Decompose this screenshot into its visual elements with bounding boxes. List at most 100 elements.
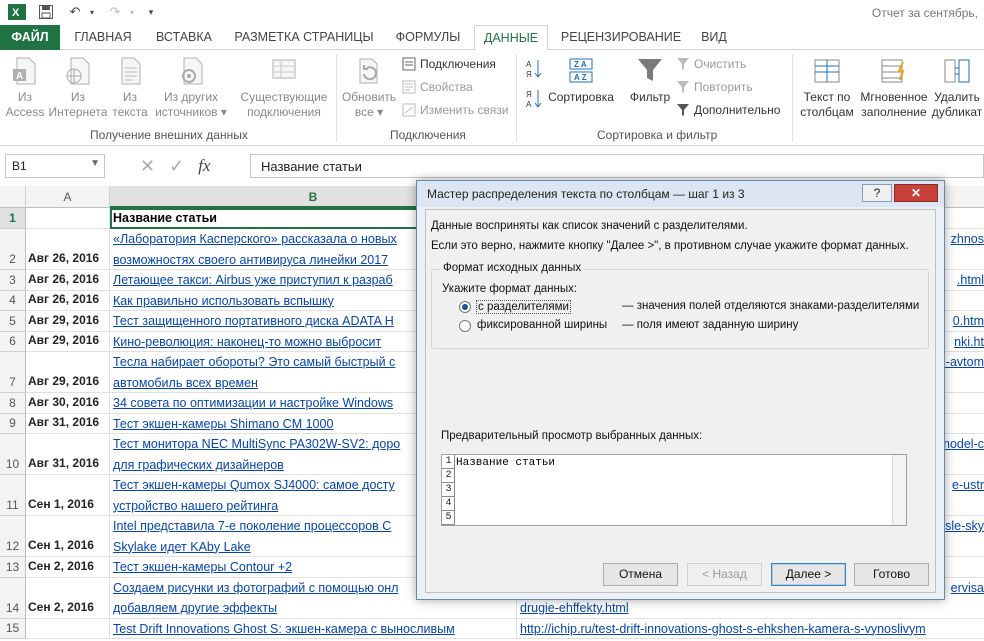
from-other-sources-button[interactable]: Из других источников ▾ <box>152 56 230 120</box>
remove-duplicates-button[interactable]: Удалить дубликат <box>930 56 984 120</box>
close-button[interactable]: ✕ <box>894 184 938 202</box>
row-header[interactable]: 10 <box>0 434 26 475</box>
date-cell[interactable]: Авг 31, 2016 <box>26 434 110 475</box>
column-header-a[interactable]: A <box>26 186 110 208</box>
cell-url-line: drugie-ehffekty.html <box>520 601 629 615</box>
row-header[interactable]: 6 <box>0 331 26 352</box>
confirm-entry-icon[interactable]: ✓ <box>169 156 184 177</box>
tab-formulas[interactable]: ФОРМУЛЫ <box>386 25 470 50</box>
advanced-filter-button[interactable]: Дополнительно <box>676 103 780 117</box>
title-bar: X ↶ ▾ ↷ ▾ ▾ Отчет за сентябрь, <box>0 0 984 25</box>
from-web-button[interactable]: Из Интернета <box>48 56 108 120</box>
existing-connections-button[interactable]: Существующие подключения <box>234 56 334 120</box>
tab-data[interactable]: ДАННЫЕ <box>474 25 548 51</box>
date-cell[interactable]: Сен 1, 2016 <box>26 475 110 516</box>
date-cell[interactable] <box>26 208 110 229</box>
date-cell[interactable] <box>26 618 110 639</box>
sort-az-icon: AЯ <box>526 60 542 79</box>
url-link-cell[interactable]: http://ichip.ru/test-drift-innovations-g… <box>517 619 984 639</box>
from-text-button[interactable]: Из текста <box>110 56 150 120</box>
tab-insert[interactable]: ВСТАВКА <box>146 25 222 50</box>
advanced-filter-icon <box>677 104 689 116</box>
sort-button[interactable]: Z A A Z Сортировка <box>547 56 615 105</box>
select-all-corner[interactable] <box>0 186 26 208</box>
text-to-columns-button[interactable]: Текст по столбцам <box>798 56 856 120</box>
customize-toolbar-icon[interactable]: ▾ <box>144 3 158 21</box>
delimited-radio[interactable] <box>459 301 471 313</box>
tab-file[interactable]: ФАЙЛ <box>0 25 60 50</box>
date-cell[interactable]: Авг 31, 2016 <box>26 413 110 434</box>
existing-connections-icon <box>272 59 296 79</box>
date-cell[interactable]: Авг 26, 2016 <box>26 229 110 270</box>
save-icon[interactable] <box>36 3 56 21</box>
date-cell[interactable]: Авг 26, 2016 <box>26 290 110 311</box>
back-button[interactable]: < Назад <box>687 563 762 586</box>
row-header[interactable]: 5 <box>0 311 26 332</box>
row-header[interactable]: 8 <box>0 393 26 414</box>
help-button[interactable]: ? <box>862 184 892 202</box>
insert-function-icon[interactable]: fx <box>198 156 210 176</box>
svg-text:Я: Я <box>526 90 532 99</box>
date-cell[interactable]: Авг 29, 2016 <box>26 331 110 352</box>
next-button[interactable]: Далее > <box>771 563 846 586</box>
fixed-width-radio[interactable] <box>459 320 471 332</box>
group-sort-filter-label: Сортировка и фильтр <box>597 128 718 142</box>
date-cell[interactable]: Авг 26, 2016 <box>26 270 110 291</box>
row-header[interactable]: 9 <box>0 413 26 434</box>
filter-button[interactable]: Фильтр <box>624 56 676 105</box>
chevron-down-icon[interactable]: ▼ <box>90 158 100 169</box>
row-header[interactable]: 7 <box>0 352 26 393</box>
svg-text:A Z: A Z <box>574 73 587 82</box>
cell-text-line: добавляем другие эффекты <box>113 601 278 615</box>
cancel-button[interactable]: Отмена <box>603 563 678 586</box>
redo-dropdown-icon[interactable]: ▾ <box>126 3 138 21</box>
tab-page-layout[interactable]: РАЗМЕТКА СТРАНИЦЫ <box>226 25 382 50</box>
undo-dropdown-icon[interactable]: ▾ <box>86 3 98 21</box>
row-header[interactable]: 1 <box>0 208 26 229</box>
delimited-label[interactable]: с разделителями <box>476 300 571 314</box>
row-header[interactable]: 14 <box>0 577 26 619</box>
row-header[interactable]: 4 <box>0 290 26 311</box>
row-header[interactable]: 11 <box>0 475 26 516</box>
flash-fill-label-2: заполнение <box>861 105 927 119</box>
existing-connections-label-2: подключения <box>247 105 321 119</box>
row-header[interactable]: 15 <box>0 618 26 639</box>
row-header[interactable]: 13 <box>0 557 26 578</box>
date-cell[interactable]: Авг 30, 2016 <box>26 393 110 414</box>
redo-icon[interactable]: ↷ <box>104 3 126 21</box>
row-header[interactable]: 3 <box>0 270 26 291</box>
tab-review[interactable]: РЕЦЕНЗИРОВАНИЕ <box>552 25 690 50</box>
finish-button[interactable]: Готово <box>854 563 929 586</box>
fixed-width-label[interactable]: фиксированной ширины <box>477 319 607 331</box>
row-header[interactable]: 2 <box>0 229 26 270</box>
connections-button[interactable]: Подключения <box>402 57 496 71</box>
data-preview-box[interactable]: 1 2 3 4 5 Название статьи <box>441 454 907 526</box>
undo-icon[interactable]: ↶ <box>64 3 86 21</box>
filter-funnel-icon <box>638 59 662 81</box>
formula-input[interactable]: Название статьи <box>250 154 984 178</box>
name-box[interactable]: B1 ▼ <box>5 154 105 178</box>
tab-view[interactable]: ВИД <box>694 25 734 50</box>
title-link-cell[interactable]: Test Drift Innovations Ghost S: экшен-ка… <box>110 618 517 639</box>
clear-filter-button[interactable]: Очистить <box>676 57 746 71</box>
preview-line-number: 4 <box>442 497 455 511</box>
preview-scrollbar[interactable] <box>892 455 906 525</box>
row-header[interactable]: 12 <box>0 516 26 557</box>
date-cell[interactable]: Сен 2, 2016 <box>26 557 110 578</box>
cancel-entry-icon[interactable]: ✕ <box>140 156 155 177</box>
reapply-button[interactable]: Повторить <box>676 80 753 94</box>
preview-line-number: 2 <box>442 469 455 483</box>
properties-button[interactable]: Свойства <box>402 80 473 94</box>
date-cell[interactable]: Сен 2, 2016 <box>26 577 110 619</box>
from-access-button[interactable]: A Из Access <box>4 56 46 120</box>
flash-fill-button[interactable]: Мгновенное заполнение <box>858 56 930 120</box>
existing-connections-label-1: Существующие <box>240 90 328 104</box>
sort-za-icon: ЯA <box>526 90 542 109</box>
tab-home[interactable]: ГЛАВНАЯ <box>64 25 142 50</box>
date-cell[interactable]: Авг 29, 2016 <box>26 352 110 393</box>
sort-asc-desc-buttons[interactable]: AЯ ЯA <box>526 58 542 110</box>
date-cell[interactable]: Авг 29, 2016 <box>26 311 110 332</box>
edit-links-button[interactable]: Изменить связи <box>402 103 508 117</box>
date-cell[interactable]: Сен 1, 2016 <box>26 516 110 557</box>
refresh-all-button[interactable]: Обновить все ▾ <box>338 56 400 120</box>
